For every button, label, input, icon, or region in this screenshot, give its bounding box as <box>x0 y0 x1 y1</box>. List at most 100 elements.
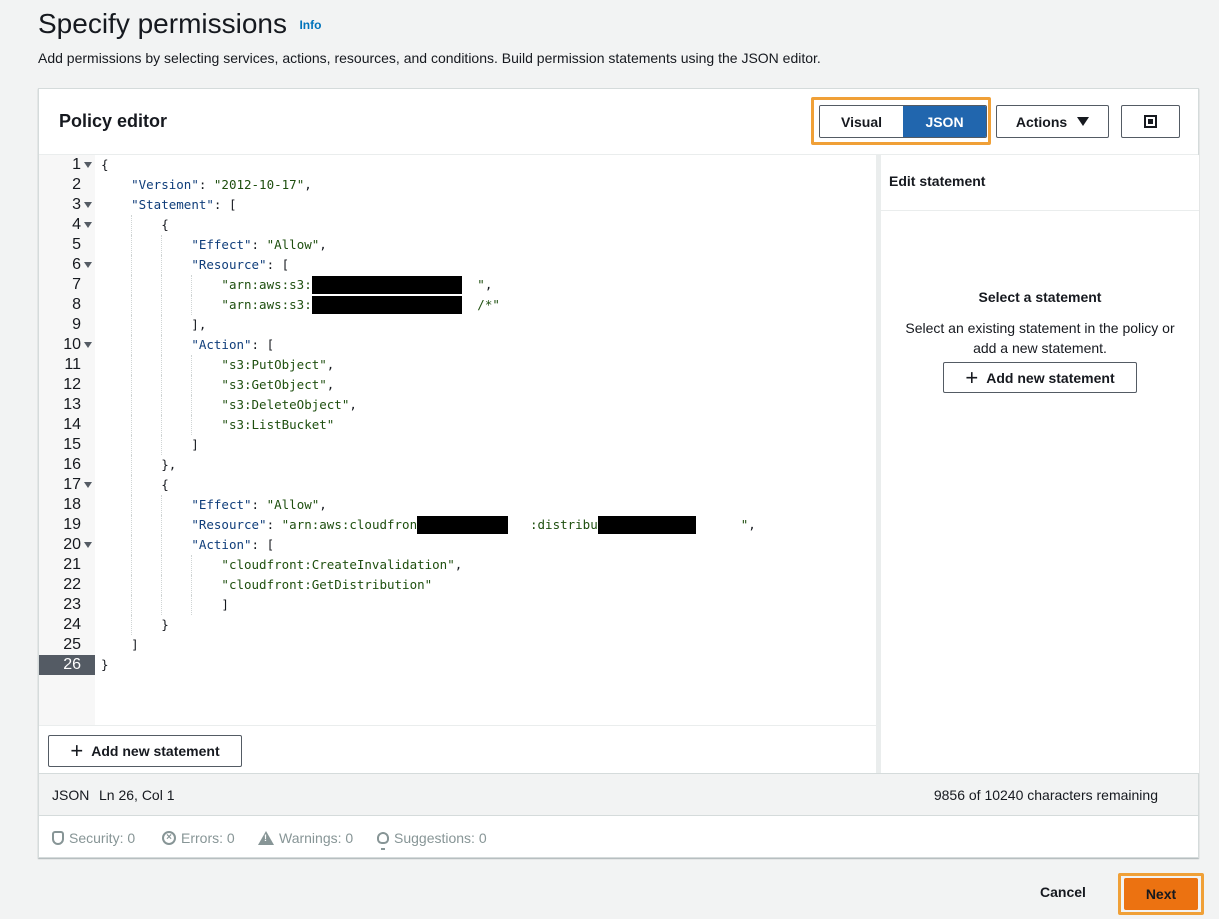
fold-arrow-icon[interactable] <box>84 542 92 548</box>
redacted-value <box>417 516 508 534</box>
code-line: 24 } <box>39 615 876 635</box>
status-mode: JSON <box>52 787 90 803</box>
suggestions-count: Suggestions: 0 <box>394 830 487 846</box>
code-line: 7 "arn:aws:s3::: ", <box>39 275 876 295</box>
code-line: 5 "Effect": "Allow", <box>39 235 876 255</box>
code-line: 8 "arn:aws:s3::: /*" <box>39 295 876 315</box>
code-text: } <box>101 657 109 672</box>
line-number: 9 <box>72 316 81 333</box>
fold-arrow-icon[interactable] <box>84 262 92 268</box>
editor-status-bar: JSON Ln 26, Col 1 9856 of 10240 characte… <box>39 773 1198 815</box>
side-panel-icon <box>1144 115 1157 128</box>
line-number: 7 <box>72 276 81 293</box>
error-icon: × <box>162 831 176 845</box>
actions-label: Actions <box>1015 113 1068 130</box>
code-text: { <box>101 217 169 232</box>
code-text: } <box>101 617 169 632</box>
code-line: 9 ], <box>39 315 876 335</box>
visual-mode-button[interactable]: Visual <box>820 106 903 137</box>
line-number: 24 <box>63 616 81 633</box>
code-line: 2 "Version": "2012-10-17", <box>39 175 876 195</box>
security-count: Security: 0 <box>69 830 136 846</box>
add-new-statement-button[interactable]: + Add new statement <box>48 735 242 767</box>
code-line: 22 "cloudfront:GetDistribution" <box>39 575 876 595</box>
fold-arrow-icon[interactable] <box>84 162 92 168</box>
code-line: 12 "s3:GetObject", <box>39 375 876 395</box>
json-mode-button[interactable]: JSON <box>903 106 986 137</box>
code-line: 10 "Action": [ <box>39 335 876 355</box>
line-number: 22 <box>63 576 81 593</box>
code-line: 3 "Statement": [ <box>39 195 876 215</box>
shield-icon <box>52 831 64 845</box>
code-line: 16 }, <box>39 455 876 475</box>
errors-check[interactable]: × Errors: 0 <box>162 830 235 846</box>
security-check[interactable]: Security: 0 <box>52 830 135 846</box>
suggestions-check[interactable]: Suggestions: 0 <box>377 830 487 850</box>
code-text: "s3:PutObject", <box>221 357 335 372</box>
json-code-editor[interactable]: 1{2 "Version": "2012-10-17", 3 "Statement… <box>39 155 876 725</box>
warnings-count: Warnings: 0 <box>279 830 354 846</box>
code-line: 20 "Action": [ <box>39 535 876 555</box>
code-text: "cloudfront:CreateInvalidation", <box>221 557 463 572</box>
line-number: 14 <box>63 416 81 433</box>
code-text: "s3:ListBucket" <box>221 417 335 432</box>
code-lines: 1{2 "Version": "2012-10-17", 3 "Statement… <box>39 155 876 675</box>
policy-editor-panel: Policy editor Visual JSON Actions 1{2 "V… <box>38 88 1199 858</box>
line-number: 3 <box>72 196 81 213</box>
line-number: 13 <box>63 396 81 413</box>
side-add-statement-label: Add new statement <box>986 369 1115 386</box>
code-text: { <box>101 477 169 492</box>
warning-icon <box>258 831 274 845</box>
code-line: 23 ] <box>39 595 876 615</box>
editor-mode-toggle: Visual JSON <box>819 105 987 138</box>
code-text: ] <box>101 597 229 612</box>
code-text: ] <box>101 637 139 652</box>
fold-arrow-icon[interactable] <box>84 202 92 208</box>
code-text: "s3:GetObject", <box>221 377 335 392</box>
characters-remaining: 9856 of 10240 characters remaining <box>933 787 1158 803</box>
fold-arrow-icon[interactable] <box>84 342 92 348</box>
fold-arrow-icon[interactable] <box>84 482 92 488</box>
code-text: "Statement": [ <box>131 197 237 212</box>
cancel-button[interactable]: Cancel <box>1040 884 1086 900</box>
code-line: 21 "cloudfront:CreateInvalidation", <box>39 555 876 575</box>
code-line: 1{ <box>39 155 876 175</box>
select-statement-title: Select a statement <box>978 289 1102 305</box>
plus-icon: + <box>965 364 979 390</box>
code-text: ] <box>101 437 199 452</box>
line-number: 12 <box>63 376 81 393</box>
actions-dropdown-button[interactable]: Actions <box>996 105 1109 138</box>
code-text: "Resource": [ <box>191 257 290 272</box>
redacted-value <box>597 516 696 534</box>
side-add-new-statement-button[interactable]: + Add new statement <box>943 362 1137 393</box>
editor-bottom-bar: + Add new statement <box>39 725 876 773</box>
line-number: 21 <box>63 556 81 573</box>
code-text: "Effect": "Allow", <box>191 497 327 512</box>
page-header: Specify permissions Info <box>38 8 321 40</box>
line-number: 2 <box>72 176 81 193</box>
line-number: 10 <box>63 336 81 353</box>
redacted-value <box>311 296 463 314</box>
line-number: 17 <box>63 476 81 493</box>
code-line: 18 "Effect": "Allow", <box>39 495 876 515</box>
code-text: { <box>101 157 109 172</box>
lightbulb-icon <box>377 832 389 850</box>
line-number: 18 <box>63 496 81 513</box>
toggle-side-panel-button[interactable] <box>1121 105 1180 138</box>
panel-header: Policy editor Visual JSON Actions <box>39 89 1198 155</box>
code-line: 13 "s3:DeleteObject", <box>39 395 876 415</box>
code-text: "s3:DeleteObject", <box>221 397 357 412</box>
code-text: "Action": [ <box>191 337 275 352</box>
edit-statement-panel: Edit statement Select a statement Select… <box>881 155 1199 773</box>
panel-title: Policy editor <box>59 111 168 131</box>
info-link[interactable]: Info <box>299 18 321 32</box>
cursor-position: Ln 26, Col 1 <box>99 787 175 803</box>
fold-arrow-icon[interactable] <box>84 222 92 228</box>
warnings-check[interactable]: Warnings: 0 <box>258 830 353 846</box>
line-number: 25 <box>63 636 81 653</box>
code-line: 15 ] <box>39 435 876 455</box>
next-button[interactable]: Next <box>1124 878 1198 910</box>
code-line: 25 ] <box>39 635 876 655</box>
redacted-value <box>311 276 463 294</box>
line-number: 4 <box>72 216 81 233</box>
